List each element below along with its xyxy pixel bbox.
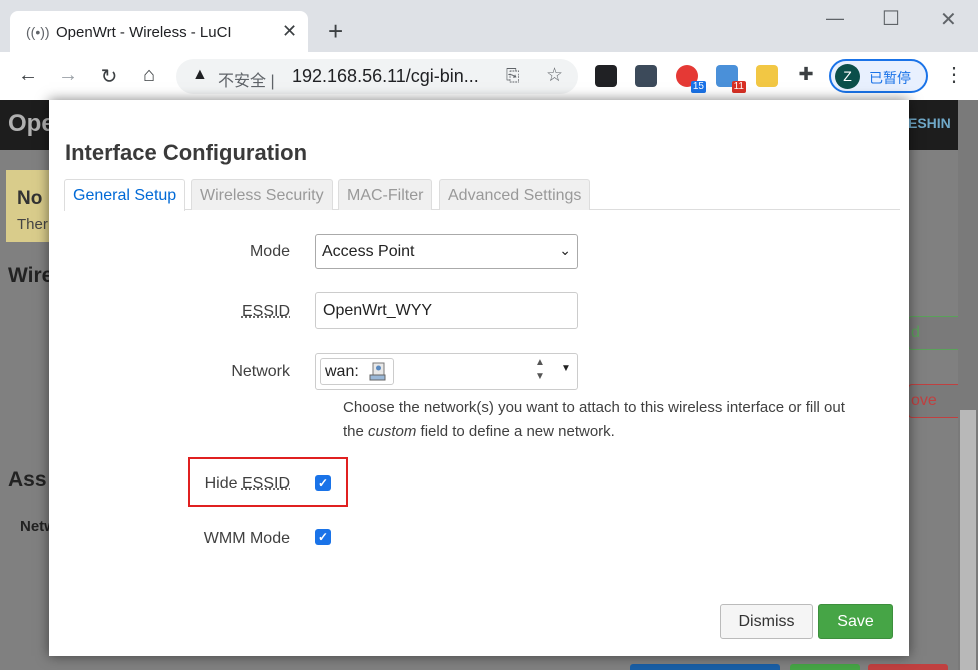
extension-badge: 15 [690, 81, 706, 93]
page-bottom-button [868, 664, 948, 670]
tab-title: OpenWrt - Wireless - LuCI [56, 24, 232, 41]
save-button[interactable]: Save [818, 604, 893, 639]
alert-text: Ther [17, 216, 48, 233]
new-tab-icon[interactable]: + [328, 18, 343, 44]
wireless-favicon-icon: ((•)) [26, 24, 50, 40]
page-brand: Ope [8, 110, 55, 137]
tab-close-icon[interactable]: ✕ [282, 21, 297, 42]
browser-tab[interactable]: ((•)) OpenWrt - Wireless - LuCI ✕ [10, 11, 308, 53]
essid-label: ESSID [241, 303, 290, 320]
home-icon[interactable]: ⌂ [137, 64, 161, 87]
wmm-mode-checkbox[interactable]: ✓ [315, 529, 331, 545]
bookmark-star-icon[interactable]: ☆ [546, 64, 563, 87]
extension-grid-icon[interactable]: 11 [716, 65, 746, 93]
forward-icon[interactable]: → [56, 64, 80, 87]
tab-strip: ((•)) OpenWrt - Wireless - LuCI ✕ + — ☐ … [0, 0, 978, 53]
essid-input[interactable]: OpenWrt_WYY [315, 292, 578, 329]
insecure-label: 不安全 | [218, 73, 275, 90]
profile-status: 已暂停 [869, 70, 911, 86]
dismiss-button[interactable]: Dismiss [720, 604, 813, 639]
minimize-icon[interactable]: — [826, 8, 844, 29]
url-text[interactable]: 192.168.56.11/cgi-bin... [292, 66, 479, 87]
reload-icon[interactable]: ↻ [97, 64, 121, 89]
address-bar[interactable]: ▲ 不安全 | 192.168.56.11/cgi-bin... ⎘ ☆ [176, 59, 578, 94]
alert-title: No [17, 188, 43, 209]
chevron-down-icon: ⌄ [559, 242, 571, 258]
network-interface-icon [369, 362, 386, 381]
page-add-button: d [908, 316, 958, 350]
extension-dots-icon[interactable] [635, 65, 657, 87]
extension-red-icon[interactable]: 15 [676, 65, 706, 93]
network-chip: wan: [320, 358, 394, 385]
dropdown-arrow-icon[interactable]: ▼ [561, 363, 571, 374]
modal-tabs: General Setup Wireless Security MAC-Filt… [64, 179, 900, 211]
close-window-icon[interactable]: ✕ [940, 7, 957, 32]
network-value: wan: [325, 363, 359, 380]
page-heading-wireless: Wire [8, 264, 54, 287]
extension-download-icon[interactable] [756, 65, 778, 87]
modal-title: Interface Configuration [65, 140, 308, 165]
tab-general-setup[interactable]: General Setup [64, 179, 186, 211]
network-help-text: Choose the network(s) you want to attach… [343, 399, 845, 440]
network-label: Network [231, 363, 290, 380]
browser-menu-icon[interactable]: ⋮ [944, 62, 964, 87]
translate-icon[interactable]: ⎘ [506, 66, 520, 86]
page-header-right: ESHIN [908, 115, 951, 131]
tab-advanced-settings[interactable]: Advanced Settings [439, 179, 591, 210]
mode-label: Mode [249, 243, 290, 260]
hide-essid-checkbox[interactable]: ✓ [315, 475, 331, 491]
essid-value: OpenWrt_WYY [323, 302, 433, 319]
avatar: Z [835, 64, 860, 89]
tab-mac-filter[interactable]: MAC-Filter [338, 179, 433, 210]
page-bottom-button [630, 664, 780, 670]
spinner-icon[interactable]: ▲ ▼ [535, 356, 545, 384]
interface-config-modal: Interface Configuration General Setup Wi… [49, 100, 909, 656]
page-remove-button: ove [908, 384, 958, 418]
network-picker[interactable]: wan: ▲ ▼ ▼ [315, 353, 578, 390]
extensions-puzzle-icon[interactable]: ✚ [794, 64, 818, 85]
profile-button[interactable]: Z 已暂停 [829, 59, 928, 93]
extension-mask-icon[interactable] [595, 65, 617, 87]
maximize-icon[interactable]: ☐ [882, 6, 900, 31]
tab-wireless-security[interactable]: Wireless Security [191, 179, 333, 210]
mode-select[interactable]: Access Point ⌄ [315, 234, 578, 269]
mode-value: Access Point [322, 243, 415, 260]
hide-essid-label: Hide ESSID [204, 475, 290, 492]
page-heading-associated: Ass [8, 468, 47, 491]
extension-badge: 11 [731, 81, 746, 93]
back-icon[interactable]: ← [16, 64, 40, 87]
page-bottom-button [790, 664, 860, 670]
wmm-mode-label: WMM Mode [203, 530, 290, 547]
page-scroll-thumb[interactable] [960, 410, 976, 670]
warning-icon: ▲ [192, 66, 208, 83]
